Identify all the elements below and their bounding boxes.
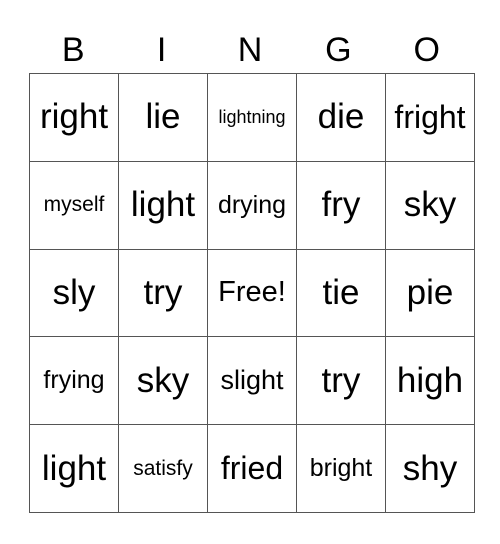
bingo-cell[interactable]: light [118,160,208,250]
grid-row: myself light drying fry sky [29,160,475,250]
bingo-cell[interactable]: try [118,248,208,338]
grid-row: sly try Free! tie pie [29,248,475,338]
bingo-cell[interactable]: right [29,73,119,162]
bingo-cell[interactable]: sky [118,336,208,426]
bingo-cell[interactable]: drying [207,160,297,250]
bingo-cell[interactable]: die [296,73,386,162]
bingo-cell[interactable]: myself [29,160,119,250]
bingo-cell[interactable]: fright [385,73,475,162]
header-letter-g: G [325,31,352,69]
bingo-cell[interactable]: tie [296,248,386,338]
header-letter-n: N [237,31,263,69]
bingo-cell[interactable]: lie [118,73,208,162]
free-space-cell[interactable]: Free! [207,248,297,338]
bingo-cell[interactable]: lightning [207,73,297,162]
bingo-header: B I N G O [29,28,471,72]
grid-row: frying sky slight try high [29,336,475,426]
bingo-cell[interactable]: fried [207,424,297,513]
grid-row: light satisfy fried bright shy [29,424,475,513]
bingo-cell[interactable]: fry [296,160,386,250]
bingo-cell[interactable]: satisfy [118,424,208,513]
bingo-grid: right lie lightning die fright myself li… [29,73,475,513]
header-letter-o: O [413,31,440,69]
bingo-cell[interactable]: light [29,424,119,513]
bingo-cell[interactable]: sky [385,160,475,250]
bingo-cell[interactable]: frying [29,336,119,426]
bingo-cell[interactable]: sly [29,248,119,338]
header-letter-i: I [156,31,167,69]
bingo-cell[interactable]: bright [296,424,386,513]
bingo-cell[interactable]: slight [207,336,297,426]
header-letter-b: B [61,31,85,69]
grid-row: right lie lightning die fright [29,73,475,162]
bingo-cell[interactable]: pie [385,248,475,338]
bingo-cell[interactable]: high [385,336,475,426]
bingo-cell[interactable]: try [296,336,386,426]
bingo-cell[interactable]: shy [385,424,475,513]
